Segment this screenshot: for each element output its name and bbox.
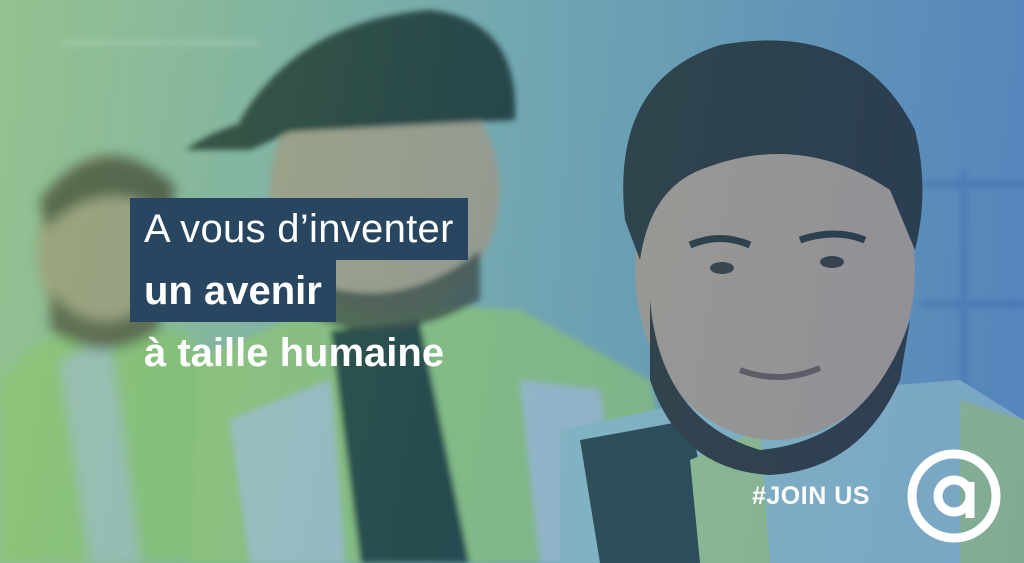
headline-line-2: un avenir [130, 260, 336, 322]
brand-logo-icon [907, 449, 1001, 543]
banner-image: A vous d’inventer un avenir à taille hum… [0, 0, 1024, 563]
join-us-hashtag: #JOIN US [752, 482, 870, 510]
headline-line-1: A vous d’inventer [130, 198, 468, 260]
headline-line-3: à taille humaine [144, 331, 445, 375]
